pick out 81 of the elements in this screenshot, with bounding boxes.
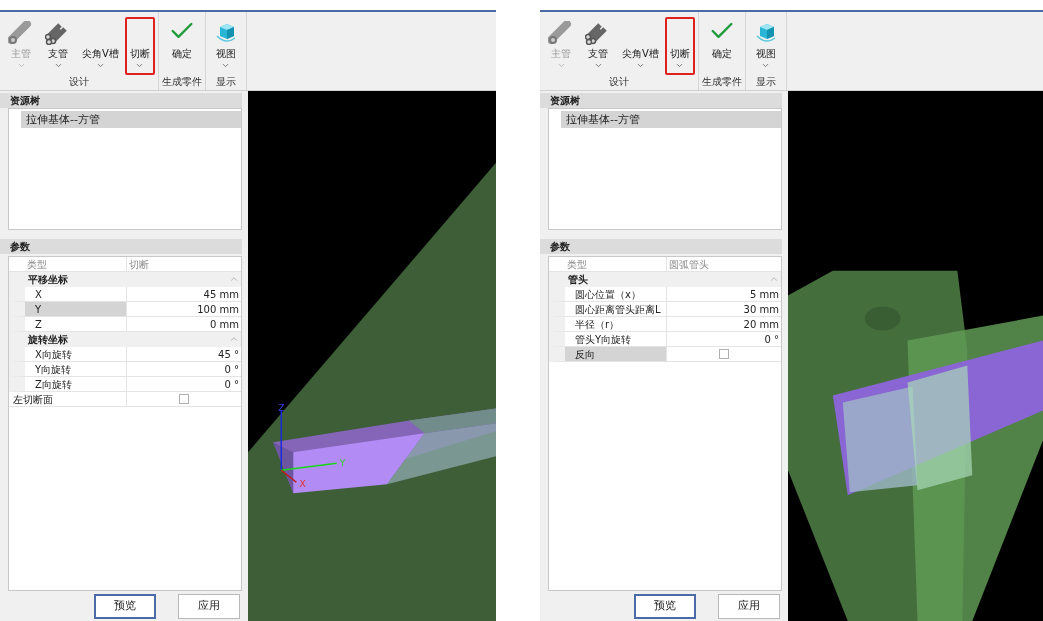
caret-icon: [53, 61, 63, 70]
property-value: 圆弧管头: [668, 258, 710, 271]
property-value: 切断: [128, 258, 150, 271]
property-value[interactable]: 0 °: [127, 362, 241, 377]
property-value[interactable]: 0 °: [127, 377, 241, 392]
property-label: 半径（r）: [549, 317, 667, 332]
panel-header: 资源树: [540, 93, 782, 108]
caret-icon: [135, 61, 145, 70]
ribbon-button[interactable]: 支管: [580, 17, 616, 75]
group-label: 显示: [755, 75, 776, 89]
group-title: 管头: [567, 273, 589, 287]
cube-icon: [753, 21, 778, 45]
caret-icon: [675, 61, 685, 70]
property-label: 圆心位置（x）: [549, 287, 667, 302]
group-header[interactable]: 管头: [549, 272, 781, 287]
property-value[interactable]: 0 °: [667, 332, 781, 347]
dialog-button[interactable]: 预览: [94, 593, 156, 619]
axis-label: Y: [339, 458, 346, 469]
dialog-button[interactable]: 预览: [634, 593, 696, 619]
caret-icon: [221, 61, 231, 70]
ribbon-button[interactable]: 确定: [162, 17, 201, 75]
property-label: 左切断面: [9, 392, 127, 407]
caret-icon: [635, 61, 645, 70]
ribbon-button[interactable]: 尖角V槽: [617, 17, 664, 75]
property-value[interactable]: 45 °: [127, 347, 241, 362]
property-value[interactable]: 20 mm: [667, 317, 781, 332]
property-label: Z向旋转: [9, 377, 127, 392]
ribbon-button[interactable]: 视图: [208, 17, 243, 75]
tree-item[interactable]: 拉伸基体--方管: [561, 111, 781, 128]
tree-item[interactable]: 拉伸基体--方管: [21, 111, 241, 128]
dialog-button[interactable]: 应用: [178, 593, 240, 619]
group-title: 平移坐标: [27, 273, 69, 287]
group-label: 生成零件: [161, 75, 202, 89]
caret-icon: [593, 61, 603, 70]
caret-icon: [761, 61, 771, 70]
group-label: 设计: [68, 75, 89, 89]
property-value[interactable]: 45 mm: [127, 287, 241, 302]
group-label: 生成零件: [701, 75, 742, 89]
collapse-icon[interactable]: [229, 274, 239, 284]
property-value[interactable]: 5 mm: [667, 287, 781, 302]
panel-header: 参数: [0, 239, 242, 254]
property-value[interactable]: 0 mm: [127, 317, 241, 332]
property-label: 反向: [549, 347, 667, 362]
checkbox[interactable]: [719, 349, 729, 359]
panel-header: 资源树: [0, 93, 242, 108]
property-label: 类型: [549, 257, 667, 271]
ribbon-button[interactable]: 切断: [124, 17, 155, 75]
property-label: X向旋转: [9, 347, 127, 362]
property-label: Y向旋转: [9, 362, 127, 377]
group-header[interactable]: 平移坐标: [9, 272, 241, 287]
group-title: 旋转坐标: [27, 333, 69, 347]
ribbon-button[interactable]: 尖角V槽: [77, 17, 124, 75]
caret-icon: [16, 61, 26, 70]
3d-viewport[interactable]: [788, 91, 1043, 621]
ribbon-button[interactable]: 确定: [702, 17, 741, 75]
collapse-icon[interactable]: [229, 334, 239, 344]
caret-icon: [95, 61, 105, 70]
ribbon-button[interactable]: 切断: [664, 17, 695, 75]
property-label: X: [9, 287, 127, 302]
collapse-icon[interactable]: [769, 274, 779, 284]
group-header[interactable]: 旋转坐标: [9, 332, 241, 347]
property-label: 管头Y向旋转: [549, 332, 667, 347]
ribbon-button[interactable]: 支管: [40, 17, 76, 75]
ribbon-button[interactable]: 视图: [748, 17, 783, 75]
axis-label: X: [299, 479, 306, 490]
property-value[interactable]: 100 mm: [127, 302, 241, 317]
pipe-icon: [8, 21, 34, 45]
property-label: 类型: [9, 257, 127, 271]
property-value[interactable]: 30 mm: [667, 302, 781, 317]
caret-icon: [556, 61, 566, 70]
property-label: Y: [9, 302, 127, 317]
cube-icon: [213, 21, 238, 45]
pipe-icon: [548, 21, 574, 45]
dialog-button[interactable]: 应用: [718, 593, 780, 619]
checkbox[interactable]: [179, 394, 189, 404]
group-label: 设计: [608, 75, 629, 89]
property-label: Z: [9, 317, 127, 332]
axis-label: Z: [278, 403, 285, 414]
group-label: 显示: [215, 75, 236, 89]
panel-header: 参数: [540, 239, 782, 254]
property-label: 圆心距离管头距离L: [549, 302, 667, 317]
